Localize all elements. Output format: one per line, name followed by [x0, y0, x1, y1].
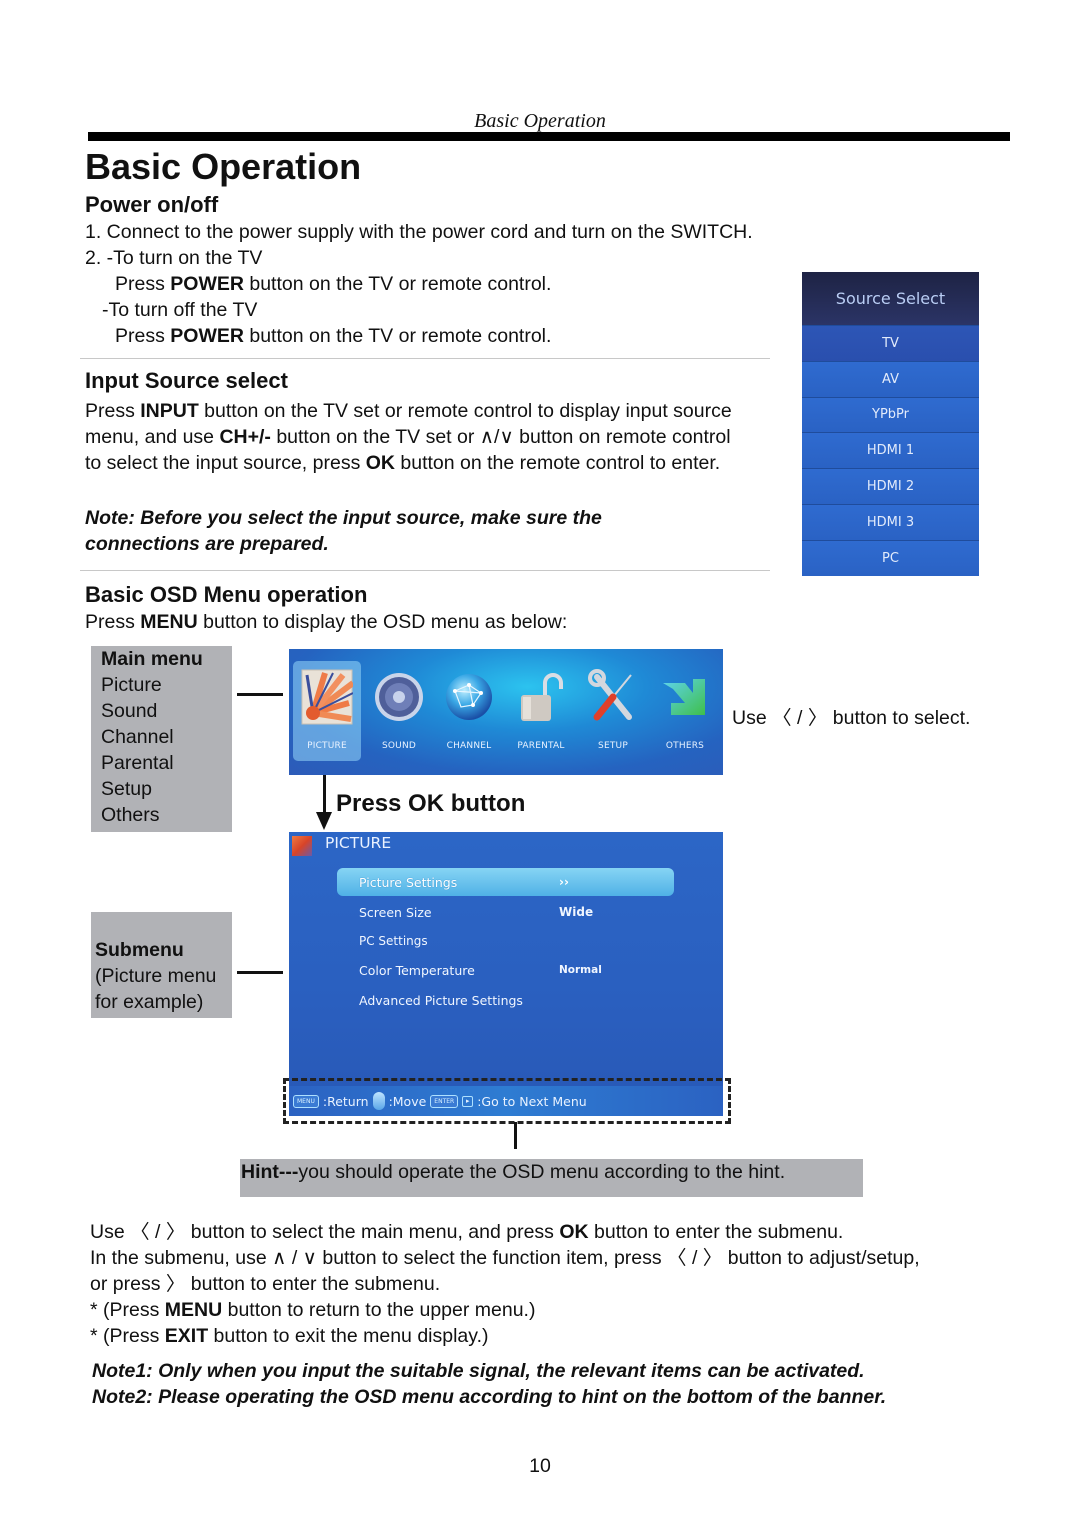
source-item-hdmi3[interactable]: HDMI 3 [802, 503, 979, 540]
hint-connector [514, 1122, 517, 1149]
submenu-row-advanced-picture-settings[interactable]: Advanced Picture Settings [337, 986, 674, 1014]
section-divider [80, 358, 770, 359]
instruction-line: * (Press EXIT button to exit the menu di… [90, 1325, 489, 1347]
submenu-title: PICTURE [325, 834, 392, 852]
instruction-line: * (Press MENU button to return to the up… [90, 1299, 536, 1321]
osd-menu-label: OTHERS [665, 741, 705, 751]
input-source-text: Press INPUT button on the TV set or remo… [85, 400, 732, 474]
left-right-arrows-icon: 〈 / 〉 [667, 1247, 723, 1269]
submenu-label-title: Submenu [95, 939, 184, 961]
source-item-hdmi1[interactable]: HDMI 1 [802, 432, 979, 469]
source-item-pc[interactable]: PC [802, 539, 979, 576]
submenu-label-line: for example) [95, 991, 204, 1013]
section-divider [80, 570, 770, 571]
note-1: Note1: Only when you input the suitable … [92, 1360, 865, 1382]
input-source-title: Input Source select [85, 368, 288, 393]
osd-main-menu-banner: PICTURE SOUND CHANNEL PARENTAL SETUP OTH… [289, 649, 723, 775]
left-right-arrows-icon: 〈 / 〉 [130, 1221, 186, 1243]
power-section-title: Power on/off [85, 192, 219, 217]
power-line: -To turn off the TV [102, 299, 258, 321]
main-menu-label-item: Setup [101, 778, 152, 800]
source-select-title: Source Select [802, 272, 979, 325]
osd-submenu-panel: PICTURE Picture Settings ›› Screen Size … [289, 832, 723, 1116]
main-menu-label-box: Main menu Picture Sound Channel Parental… [91, 646, 232, 832]
source-item-tv[interactable]: TV [802, 325, 979, 361]
osd-intro: Press MENU button to display the OSD men… [85, 611, 568, 633]
chevron-right-icon: 〉 [165, 1273, 186, 1295]
up-down-arrows-icon: ∧/∨ [479, 426, 514, 448]
osd-menu-label: PICTURE [307, 741, 347, 751]
left-right-arrows-icon: 〈 / 〉 [772, 707, 828, 729]
down-arrow-line [323, 775, 326, 815]
input-source-note: Note: Before you select the input source… [85, 507, 602, 555]
unlock-icon [513, 667, 569, 727]
tools-icon [585, 667, 641, 727]
osd-instructions: Use 〈 / 〉 button to select the main menu… [90, 1219, 920, 1349]
osd-menu-item-channel[interactable]: CHANNEL [435, 661, 503, 761]
running-header: Basic Operation [474, 110, 606, 132]
osd-section-title: Basic OSD Menu operation [85, 582, 368, 607]
power-line: Press POWER button on the TV or remote c… [115, 325, 552, 347]
page-title: Basic Operation [85, 146, 362, 187]
main-menu-label-item: Parental [101, 752, 174, 774]
down-arrow-icon [316, 812, 332, 830]
instruction-line: Use 〈 / 〉 button to select the main menu… [90, 1221, 844, 1243]
power-line: 1. Connect to the power supply with the … [85, 221, 753, 243]
header-rule [88, 132, 1010, 141]
instruction-line: In the submenu, use ∧ / ∨ button to sele… [90, 1247, 920, 1269]
speaker-icon [371, 667, 427, 727]
osd-menu-item-others[interactable]: OTHERS [651, 661, 719, 761]
hint-highlight-frame [283, 1078, 731, 1124]
source-item-av[interactable]: AV [802, 360, 979, 397]
picture-icon [299, 667, 355, 727]
power-line: Press POWER button on the TV or remote c… [115, 273, 552, 295]
osd-menu-label: CHANNEL [446, 741, 492, 751]
submenu-row-screen-size[interactable]: Screen Size Wide [337, 898, 674, 926]
source-select-panel: Source Select TV AV YPbPr HDMI 1 HDMI 2 … [802, 272, 979, 576]
osd-menu-label: PARENTAL [517, 741, 565, 751]
chevron-right-icon: ›› [559, 875, 569, 889]
submenu-row-color-temperature[interactable]: Color Temperature Normal [337, 956, 674, 984]
submenu-row-pc-settings[interactable]: PC Settings [337, 927, 674, 955]
osd-menu-item-sound[interactable]: SOUND [365, 661, 433, 761]
submenu-label-line: (Picture menu [95, 965, 217, 987]
page-number: 10 [529, 1455, 551, 1477]
hint-box: Hint---you should operate the OSD menu a… [240, 1159, 863, 1197]
main-menu-label-item: Others [101, 804, 160, 826]
picture-icon [292, 836, 312, 856]
notes: Note1: Only when you input the suitable … [92, 1358, 886, 1410]
source-item-ypbpr[interactable]: YPbPr [802, 396, 979, 433]
source-item-hdmi2[interactable]: HDMI 2 [802, 468, 979, 504]
submenu-connector [237, 971, 283, 974]
submenu-row-picture-settings[interactable]: Picture Settings ›› [337, 868, 674, 896]
power-line: 2. -To turn on the TV [85, 247, 263, 269]
main-menu-label-item: Sound [101, 700, 158, 722]
osd-menu-label: SOUND [381, 741, 417, 751]
main-menu-label-item: Channel [101, 726, 174, 748]
main-menu-connector [237, 693, 283, 696]
osd-menu-label: SETUP [598, 741, 628, 751]
main-menu-label-title: Main menu [101, 648, 203, 670]
arrow-icon [657, 667, 713, 727]
use-select-instruction: Use 〈 / 〉 button to select. [732, 707, 971, 729]
press-ok-label: Press OK button [336, 790, 526, 817]
osd-menu-item-parental[interactable]: PARENTAL [507, 661, 575, 761]
instruction-line: or press 〉 button to enter the submenu. [90, 1273, 441, 1295]
globe-icon [441, 667, 497, 727]
osd-menu-item-setup[interactable]: SETUP [579, 661, 647, 761]
up-down-arrows-icon: ∧ / ∨ [272, 1247, 317, 1269]
submenu-label-box: Submenu (Picture menu for example) [91, 912, 232, 1018]
note-2: Note2: Please operating the OSD menu acc… [92, 1386, 887, 1408]
submenu-header: PICTURE [289, 832, 723, 858]
power-instructions: 1. Connect to the power supply with the … [85, 219, 753, 349]
osd-menu-item-picture[interactable]: PICTURE [293, 661, 361, 761]
main-menu-label-item: Picture [101, 674, 162, 696]
